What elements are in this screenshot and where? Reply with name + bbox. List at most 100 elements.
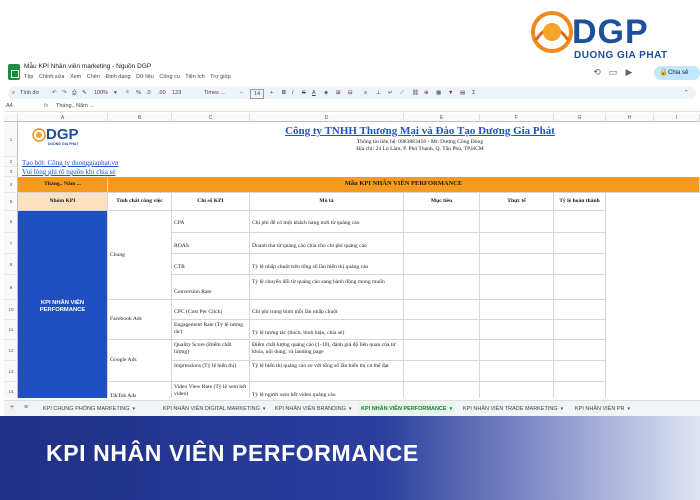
add-comment-icon[interactable]: ⊕ <box>424 89 429 97</box>
target-cell[interactable] <box>404 275 480 300</box>
collapse-toolbar-icon[interactable]: ⌃ <box>684 89 689 97</box>
rate-cell[interactable] <box>554 300 606 320</box>
font-size-increase-button[interactable]: + <box>270 89 273 97</box>
font-size-input[interactable]: 14 <box>250 89 265 99</box>
column-header[interactable]: G <box>554 114 606 122</box>
target-cell[interactable] <box>404 254 480 275</box>
select-all-corner[interactable] <box>4 114 18 122</box>
row-header[interactable]: 9 <box>4 275 18 300</box>
metric-cell[interactable]: CPC (Cost Per Click) <box>172 300 250 320</box>
description-cell[interactable]: Tỷ lệ người xem hết video quảng cáo <box>250 382 404 398</box>
filter-icon[interactable]: ▼ <box>448 89 453 97</box>
row-header[interactable]: 7 <box>4 233 18 254</box>
rate-cell[interactable] <box>554 275 606 300</box>
row-header[interactable]: 10 <box>4 300 18 320</box>
zoom-select[interactable]: 100% <box>94 89 108 97</box>
document-title[interactable]: Mẫu KPI Nhân viên marketing - Nguồn DGP <box>24 63 151 70</box>
fill-color-icon[interactable]: ◈ <box>324 89 328 97</box>
rate-cell[interactable] <box>554 361 606 382</box>
menu-data[interactable]: Dữ liệu <box>136 74 154 80</box>
channel-google[interactable]: Google Ads <box>108 340 172 382</box>
rate-cell[interactable] <box>554 340 606 361</box>
row-header[interactable]: 12 <box>4 340 18 361</box>
target-cell[interactable] <box>404 361 480 382</box>
metric-cell[interactable]: Impressions (Tỷ lệ hiển thị) <box>172 361 250 382</box>
actual-cell[interactable] <box>480 300 554 320</box>
chart-icon[interactable]: ▦ <box>436 89 441 97</box>
tab-kpi-trade-marketing[interactable]: KPI NHÂN VIÊN TRADE MARKETING ▾ <box>460 403 566 415</box>
undo-icon[interactable]: ↶ <box>52 89 57 97</box>
currency-format-button[interactable]: ₫ <box>126 89 129 97</box>
row-header[interactable]: 2 <box>4 157 18 167</box>
link-icon[interactable]: ⛓ <box>412 89 419 97</box>
description-cell[interactable]: Tỷ lệ hiển thị quảng cáo so với tổng số … <box>250 361 404 382</box>
actual-cell[interactable] <box>480 233 554 254</box>
all-sheets-icon[interactable]: ≡ <box>24 404 28 411</box>
actual-cell[interactable] <box>480 254 554 275</box>
metric-cell[interactable]: Conversion Rate <box>172 275 250 300</box>
sheet-content[interactable]: DGP DUONG GIA PHAT Công ty TNHH Thương M… <box>18 122 700 398</box>
share-button[interactable]: 🔒 Chia sẻ <box>654 66 700 80</box>
column-header[interactable]: F <box>480 114 554 122</box>
rate-cell[interactable] <box>554 211 606 233</box>
column-header[interactable]: H <box>606 114 654 122</box>
tab-kpi-chung-phong-marketing[interactable]: KPI CHUNG PHÒNG MARKETING ▾ <box>40 403 138 415</box>
channel-general[interactable]: Chung <box>108 211 172 300</box>
created-by-link[interactable]: Tạo bởi: Công ty duonggiaphat.vn <box>22 159 118 167</box>
actual-cell[interactable] <box>480 275 554 300</box>
text-color-button[interactable]: A <box>312 89 316 97</box>
row-header[interactable]: 3 <box>4 167 18 177</box>
borders-icon[interactable]: ⊞ <box>336 89 341 97</box>
header-metric[interactable]: Chỉ số KPI <box>172 193 250 211</box>
increase-decimal-button[interactable]: .00 <box>158 89 166 97</box>
menu-format[interactable]: Định dạng <box>105 74 130 80</box>
menu-view[interactable]: Xem <box>70 74 81 80</box>
column-header[interactable]: B <box>108 114 172 122</box>
tab-kpi-pr[interactable]: KPI NHÂN VIÊN PR ▾ <box>572 403 633 415</box>
row-header[interactable]: 4 <box>4 177 18 193</box>
row-header[interactable]: 11 <box>4 320 18 340</box>
actual-cell[interactable] <box>480 340 554 361</box>
bold-button[interactable]: B <box>282 89 286 97</box>
tab-kpi-branding[interactable]: KPI NHÂN VIÊN BRANDING ▾ <box>272 403 354 415</box>
description-cell[interactable]: Điểm chất lượng quảng cáo (1-10), đánh g… <box>250 340 404 361</box>
row-header[interactable]: 5 <box>4 193 18 211</box>
sheets-app-icon[interactable] <box>8 64 20 80</box>
column-header[interactable]: D <box>250 114 404 122</box>
header-group[interactable]: Nhóm KPI <box>18 193 108 211</box>
rate-cell[interactable] <box>554 382 606 398</box>
font-size-decrease-button[interactable]: − <box>240 89 243 97</box>
cell-reference-box[interactable]: A4 <box>6 103 13 109</box>
row-header[interactable]: 8 <box>4 254 18 275</box>
redo-icon[interactable]: ↷ <box>62 89 67 97</box>
actual-cell[interactable] <box>480 320 554 340</box>
spreadsheet-grid[interactable]: A B C D E F G H I 1 2 3 4 5 6 7 8 9 10 1… <box>4 114 700 398</box>
header-completion-rate[interactable]: Tỷ lệ hoàn thành <box>554 193 606 211</box>
merge-icon[interactable]: ⊟ <box>348 89 353 97</box>
row-header[interactable]: 6 <box>4 211 18 233</box>
search-icon[interactable]: ⌕ <box>12 89 15 97</box>
channel-tiktok[interactable]: TikTok Ads <box>108 382 172 398</box>
menu-tools[interactable]: Công cụ <box>159 74 180 80</box>
menu-insert[interactable]: Chèn <box>87 74 100 80</box>
align-left-icon[interactable]: ≡ <box>364 89 367 97</box>
column-header[interactable]: I <box>654 114 700 122</box>
header-description[interactable]: Mô tả <box>250 193 404 211</box>
description-cell[interactable]: Tỷ lệ nhấp chuột trên tổng số lần hiển t… <box>250 254 404 275</box>
metric-cell[interactable]: CPA <box>172 211 250 233</box>
target-cell[interactable] <box>404 320 480 340</box>
target-cell[interactable] <box>404 382 480 398</box>
metric-cell[interactable]: ROAS <box>172 233 250 254</box>
target-cell[interactable] <box>404 211 480 233</box>
italic-button[interactable]: I <box>292 89 294 97</box>
strikethrough-button[interactable]: S <box>302 89 306 97</box>
menu-help[interactable]: Trợ giúp <box>210 74 231 80</box>
metric-cell[interactable]: CTR <box>172 254 250 275</box>
rate-cell[interactable] <box>554 233 606 254</box>
menu-file[interactable]: Tệp <box>24 74 33 80</box>
kpi-group-cell[interactable]: KPI NHÂN VIÊN PERFORMANCE <box>18 211 108 398</box>
decrease-decimal-button[interactable]: .0 <box>146 89 151 97</box>
company-name[interactable]: Công ty TNHH Thương Mại và Đào Tạo Dương… <box>250 125 590 137</box>
header-target[interactable]: Mục tiêu <box>404 193 480 211</box>
description-cell[interactable]: Doanh thu từ quảng cáo chia cho chi phí … <box>250 233 404 254</box>
